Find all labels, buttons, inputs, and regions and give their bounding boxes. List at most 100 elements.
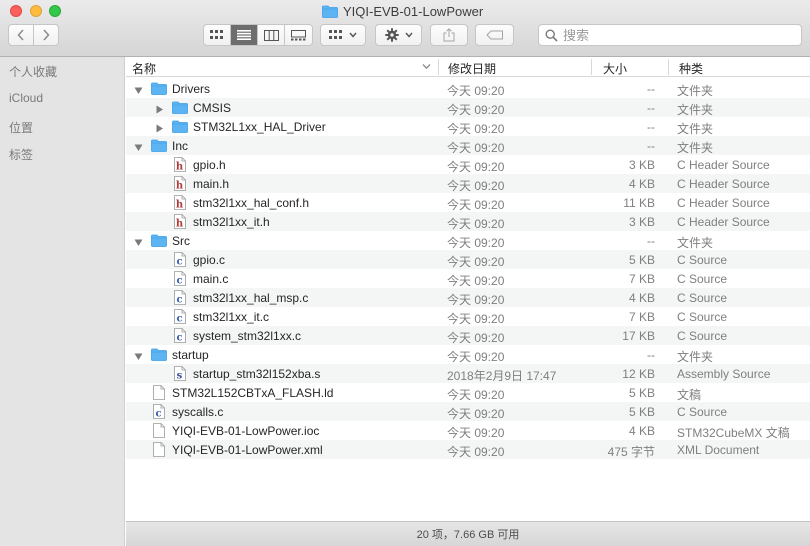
table-row[interactable]: STM32L152CBTxA_FLASH.ld 今天 09:20 5 KB 文稿 (126, 383, 810, 402)
column-separator[interactable] (591, 59, 592, 75)
table-row[interactable]: Src 今天 09:20 -- 文件夹 (126, 231, 810, 250)
table-row[interactable]: c stm32l1xx_hal_msp.c 今天 09:20 4 KB C Source (126, 288, 810, 307)
folder-icon (151, 348, 167, 363)
chevron-right-icon (43, 29, 50, 41)
table-row[interactable]: h gpio.h 今天 09:20 3 KB C Header Source (126, 155, 810, 174)
disclosure-closed-icon[interactable] (155, 122, 164, 133)
document-file-icon (153, 423, 169, 438)
table-row[interactable]: c gpio.c 今天 09:20 5 KB C Source (126, 250, 810, 269)
sort-chevron-icon (422, 64, 431, 70)
file-name: stm32l1xx_it.c (193, 310, 270, 324)
c-header-file-icon: h (174, 214, 190, 230)
group-by-button[interactable] (320, 24, 366, 46)
table-row[interactable]: YIQI-EVB-01-LowPower.xml 今天 09:20 475 字节 XM… (126, 440, 810, 459)
file-date: 今天 09:20 (447, 236, 505, 250)
c-source-file-icon: c (174, 252, 190, 268)
file-date: 今天 09:20 (447, 426, 505, 440)
file-name: stm32l1xx_hal_msp.c (193, 291, 309, 305)
table-row[interactable]: STM32L1xx_HAL_Driver 今天 09:20 -- 文件夹 (126, 117, 810, 136)
search-input[interactable] (563, 27, 783, 43)
c-source-file-icon: c (174, 309, 190, 325)
icon-view-button[interactable] (204, 25, 231, 45)
search-field[interactable] (538, 24, 802, 46)
file-size: 5 KB (628, 253, 655, 267)
svg-text:c: c (176, 276, 182, 287)
file-kind: C Header Source (677, 196, 770, 210)
table-row[interactable]: c main.c 今天 09:20 7 KB C Source (126, 269, 810, 288)
file-size: 12 KB (622, 367, 655, 381)
maximize-window-button[interactable] (49, 5, 61, 17)
file-date: 今天 09:20 (447, 141, 505, 155)
file-kind: C Source (677, 405, 728, 419)
table-row[interactable]: s startup_stm32l152xba.s 2018年2月9日 17:47 12… (126, 364, 810, 383)
column-name-header[interactable]: 名称 (132, 60, 156, 77)
table-row[interactable]: YIQI-EVB-01-LowPower.ioc 今天 09:20 4 KB STM3… (126, 421, 810, 440)
file-name: stm32l1xx_hal_conf.h (193, 196, 310, 210)
table-row[interactable]: h stm32l1xx_it.h 今天 09:20 3 KB C Header Sour… (126, 212, 810, 231)
back-button[interactable] (9, 25, 34, 45)
tag-button[interactable] (475, 24, 514, 46)
gallery-view-button[interactable] (285, 25, 312, 45)
column-kind-header[interactable]: 种类 (679, 60, 703, 77)
close-window-button[interactable] (10, 5, 22, 17)
folder-icon (151, 139, 167, 154)
disclosure-open-icon[interactable] (134, 141, 143, 151)
table-row[interactable]: Drivers 今天 09:20 -- 文件夹 (126, 79, 810, 98)
table-row[interactable]: c system_stm32l1xx.c 今天 09:20 17 KB C Source (126, 326, 810, 345)
table-row[interactable]: c stm32l1xx_it.c 今天 09:20 7 KB C Source (126, 307, 810, 326)
c-source-file-icon: c (174, 328, 190, 344)
file-name: STM32L152CBTxA_FLASH.ld (172, 386, 334, 400)
file-name: gpio.c (193, 253, 226, 267)
disclosure-open-icon[interactable] (134, 350, 143, 360)
file-kind: 文件夹 (677, 84, 714, 98)
folder-icon (151, 234, 167, 249)
document-file-icon (153, 385, 169, 400)
c-header-file-icon: h (174, 195, 190, 211)
sidebar-item-tags[interactable]: 标签 (9, 146, 33, 163)
table-row[interactable]: c syscalls.c 今天 09:20 5 KB C Source (126, 402, 810, 421)
table-row[interactable]: startup 今天 09:20 -- 文件夹 (126, 345, 810, 364)
disclosure-closed-icon[interactable] (155, 103, 164, 114)
column-separator[interactable] (668, 59, 669, 75)
file-name: STM32L1xx_HAL_Driver (193, 120, 326, 134)
file-date: 今天 09:20 (447, 388, 505, 402)
file-kind: C Source (677, 329, 728, 343)
file-kind: 文件夹 (677, 350, 714, 364)
table-row[interactable]: h stm32l1xx_hal_conf.h 今天 09:20 11 KB C Head… (126, 193, 810, 212)
file-size: 475 字节 (607, 445, 655, 459)
file-name: YIQI-EVB-01-LowPower.xml (172, 443, 323, 457)
file-date: 今天 09:20 (447, 331, 505, 345)
disclosure-open-icon[interactable] (134, 84, 143, 94)
sidebar-item-icloud[interactable]: iCloud (9, 91, 43, 105)
window-title-text: YIQI-EVB-01-LowPower (343, 3, 484, 19)
file-date: 今天 09:20 (447, 217, 505, 231)
column-size-header[interactable]: 大小 (603, 60, 627, 77)
svg-text:h: h (176, 200, 184, 211)
file-list: 名称 修改日期 大小 种类 Drivers 今天 09:20 -- 文件夹 CMSIS 今… (126, 57, 810, 521)
sidebar-item-locations[interactable]: 位置 (9, 119, 33, 136)
table-row[interactable]: CMSIS 今天 09:20 -- 文件夹 (126, 98, 810, 117)
column-separator[interactable] (438, 59, 439, 75)
list-icon (237, 30, 251, 40)
disclosure-open-icon[interactable] (134, 236, 143, 246)
table-row[interactable]: h main.h 今天 09:20 4 KB C Header Source (126, 174, 810, 193)
chevron-left-icon (17, 29, 24, 41)
file-kind: 文件夹 (677, 141, 714, 155)
share-button[interactable] (430, 24, 468, 46)
file-date: 今天 09:20 (447, 445, 505, 459)
sidebar-item-favorites[interactable]: 个人收藏 (9, 63, 57, 80)
file-name: YIQI-EVB-01-LowPower.ioc (172, 424, 320, 438)
list-view-button[interactable] (231, 25, 258, 45)
file-rows: Drivers 今天 09:20 -- 文件夹 CMSIS 今天 09:20 -- 文件夹 ST… (126, 79, 810, 459)
column-view-button[interactable] (258, 25, 285, 45)
table-row[interactable]: Inc 今天 09:20 -- 文件夹 (126, 136, 810, 155)
grid-icon (210, 30, 223, 39)
minimize-window-button[interactable] (30, 5, 42, 17)
file-date: 今天 09:20 (447, 84, 505, 98)
forward-button[interactable] (34, 25, 58, 45)
file-date: 今天 09:20 (447, 312, 505, 326)
sidebar: 个人收藏 iCloud 位置 标签 (0, 57, 125, 546)
column-date-header[interactable]: 修改日期 (448, 60, 496, 77)
file-kind: XML Document (677, 443, 760, 457)
action-button[interactable] (375, 24, 422, 46)
